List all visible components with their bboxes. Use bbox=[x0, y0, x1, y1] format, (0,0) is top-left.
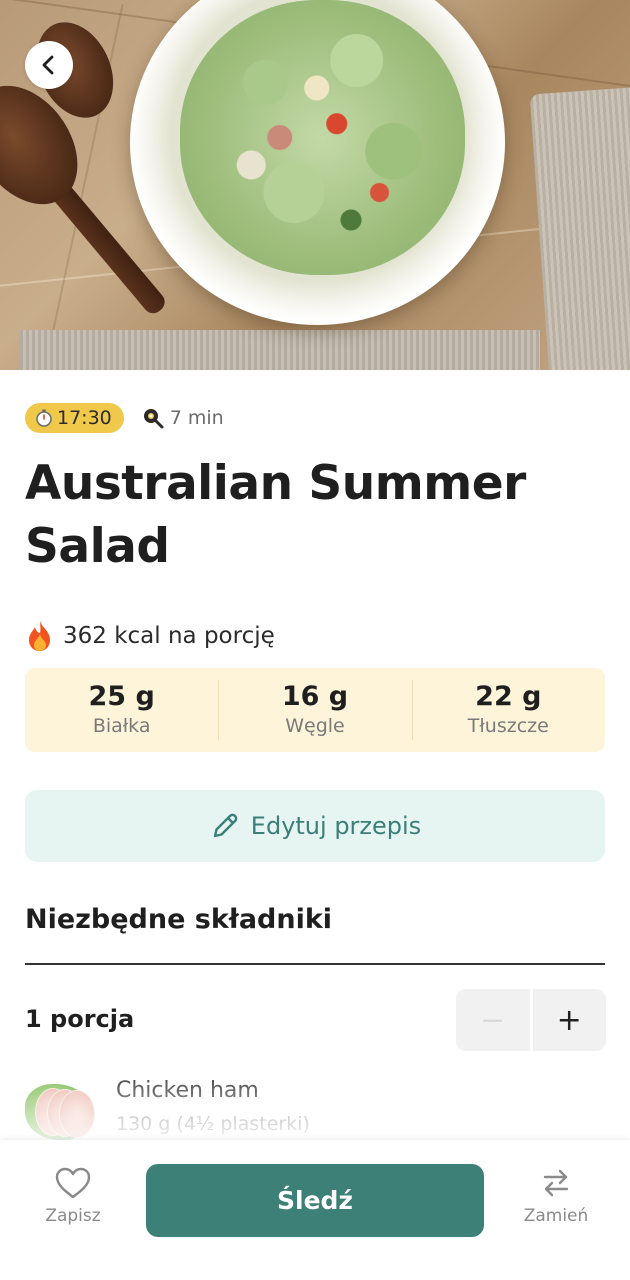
calories-per-portion: 362 kcal na porcję bbox=[25, 620, 275, 652]
recipe-meta: 17:30 7 min bbox=[25, 403, 224, 433]
frying-pan-icon bbox=[143, 409, 164, 429]
back-button[interactable] bbox=[25, 41, 73, 89]
save-label: Zapisz bbox=[45, 1206, 101, 1226]
save-button[interactable]: Zapisz bbox=[23, 1166, 123, 1226]
ingredient-amount: 130 g (4½ plasterki) bbox=[116, 1113, 310, 1135]
ingredients-heading: Niezbędne składniki bbox=[25, 904, 333, 935]
swap-button[interactable]: Zamień bbox=[506, 1166, 606, 1226]
swap-label: Zamień bbox=[523, 1206, 589, 1226]
edit-recipe-button[interactable]: Edytuj przepis bbox=[25, 790, 605, 862]
swap-arrows-icon bbox=[543, 1169, 569, 1197]
salad bbox=[180, 0, 465, 275]
recipe-title: Australian Summer Salad bbox=[25, 456, 526, 574]
pencil-icon bbox=[213, 813, 238, 838]
macro-label: Białka bbox=[92, 715, 151, 737]
portion-count: 1 porcja bbox=[25, 1005, 135, 1033]
calories-text: 362 kcal na porcję bbox=[63, 623, 275, 649]
linen-napkin bbox=[20, 330, 540, 370]
increase-portion-button[interactable]: + bbox=[532, 989, 606, 1051]
macros-panel: 25 g Białka 16 g Węgle 22 g Tłuszcze bbox=[25, 668, 605, 752]
macro-fat: 22 g Tłuszcze bbox=[411, 668, 605, 752]
duration-text: 7 min bbox=[169, 407, 224, 429]
macro-label: Tłuszcze bbox=[467, 715, 549, 737]
fire-icon bbox=[29, 621, 50, 651]
stopwatch-icon bbox=[36, 409, 52, 427]
heart-icon bbox=[55, 1167, 91, 1199]
macro-carbs: 16 g Węgle bbox=[218, 668, 411, 752]
linen-napkin bbox=[529, 86, 630, 370]
macro-value: 16 g bbox=[281, 681, 349, 712]
macro-protein: 25 g Białka bbox=[25, 668, 218, 752]
section-divider bbox=[25, 963, 605, 965]
recipe-hero-image bbox=[0, 0, 630, 370]
meal-time-badge: 17:30 bbox=[25, 403, 124, 433]
macro-value: 25 g bbox=[88, 681, 155, 712]
macro-label: Węgle bbox=[285, 715, 345, 737]
track-button[interactable]: Śledź bbox=[146, 1164, 484, 1237]
ingredient-text: Chicken ham 130 g (4½ plasterki) bbox=[116, 1078, 310, 1148]
ingredient-item[interactable]: Chicken ham 130 g (4½ plasterki) bbox=[25, 1078, 605, 1148]
decrease-portion-button[interactable]: − bbox=[456, 989, 530, 1051]
edit-recipe-label: Edytuj przepis bbox=[250, 812, 422, 840]
cook-duration: 7 min bbox=[142, 407, 224, 429]
meal-time: 17:30 bbox=[57, 407, 112, 429]
ingredient-name: Chicken ham bbox=[116, 1078, 259, 1103]
ingredient-thumbnail bbox=[25, 1078, 95, 1140]
portion-stepper: − + bbox=[456, 989, 606, 1051]
bottom-action-bar: Zapisz Śledź Zamień bbox=[0, 1140, 630, 1280]
chevron-left-icon bbox=[42, 55, 54, 75]
macro-value: 22 g bbox=[475, 681, 542, 712]
ham-slice bbox=[59, 1090, 95, 1138]
